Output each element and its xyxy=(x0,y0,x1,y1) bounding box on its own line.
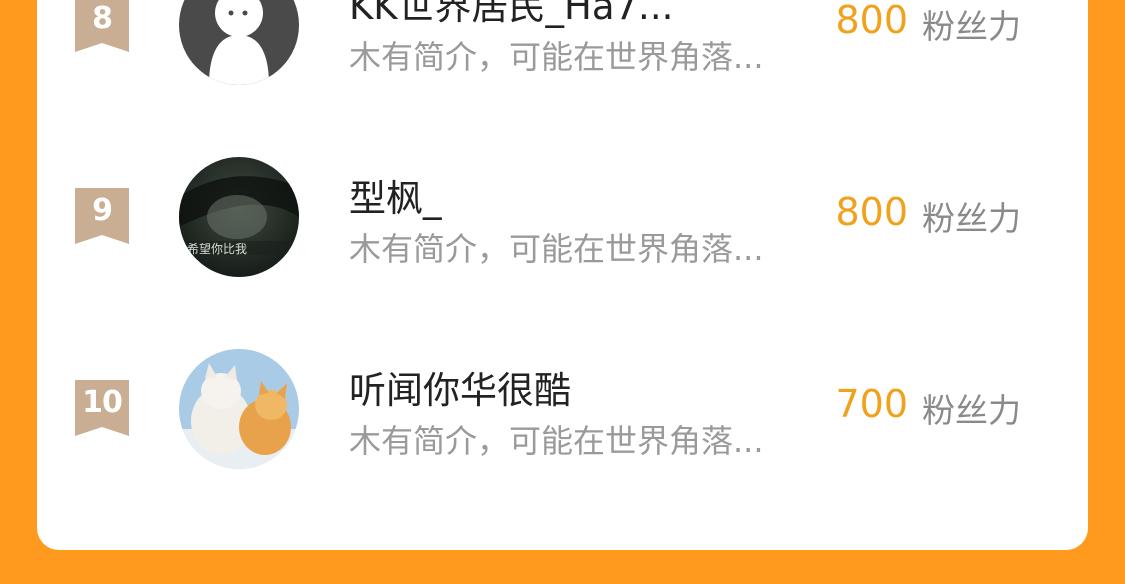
ranking-row-9[interactable]: 9 希望你比我 型枫_ 木有简介，可能在世界角落... 800 粉丝力 xyxy=(37,152,1088,282)
user-bio: 木有简介，可能在世界角落... xyxy=(349,422,764,460)
fan-power-count: 800 xyxy=(835,190,908,234)
fan-power-unit: 粉丝力 xyxy=(922,391,1021,430)
rank-badge: 9 xyxy=(75,188,129,244)
ranking-row-8[interactable]: 8 KK世界居民_Ha7... 木有简介，可能在世界角落... 800 粉丝力 xyxy=(37,0,1088,90)
rank-badge: 10 xyxy=(75,380,129,436)
user-name[interactable]: 型枫_ xyxy=(349,168,442,222)
svg-text:希望你比我: 希望你比我 xyxy=(187,241,247,256)
user-photo-avatar[interactable]: 希望你比我 xyxy=(179,157,299,277)
fan-power-count: 700 xyxy=(835,382,908,426)
user-bio: 木有简介，可能在世界角落... xyxy=(349,38,764,76)
ranking-card: 8 KK世界居民_Ha7... 木有简介，可能在世界角落... 800 粉丝力 … xyxy=(37,0,1088,550)
fan-power-unit: 粉丝力 xyxy=(922,199,1021,238)
rank-badge: 8 xyxy=(75,0,129,52)
user-name[interactable]: KK世界居民_Ha7... xyxy=(349,0,673,30)
user-name[interactable]: 听闻你华很酷 xyxy=(349,360,571,414)
cats-photo-avatar[interactable] xyxy=(179,349,299,469)
user-bio: 木有简介，可能在世界角落... xyxy=(349,230,764,268)
fan-power-unit: 粉丝力 xyxy=(922,7,1021,46)
ranking-row-10[interactable]: 10 听闻你华很酷 木有简介，可能在世界角落... 700 粉丝力 xyxy=(37,344,1088,474)
fan-power-count: 800 xyxy=(835,0,908,42)
default-avatar-icon[interactable] xyxy=(179,0,299,85)
